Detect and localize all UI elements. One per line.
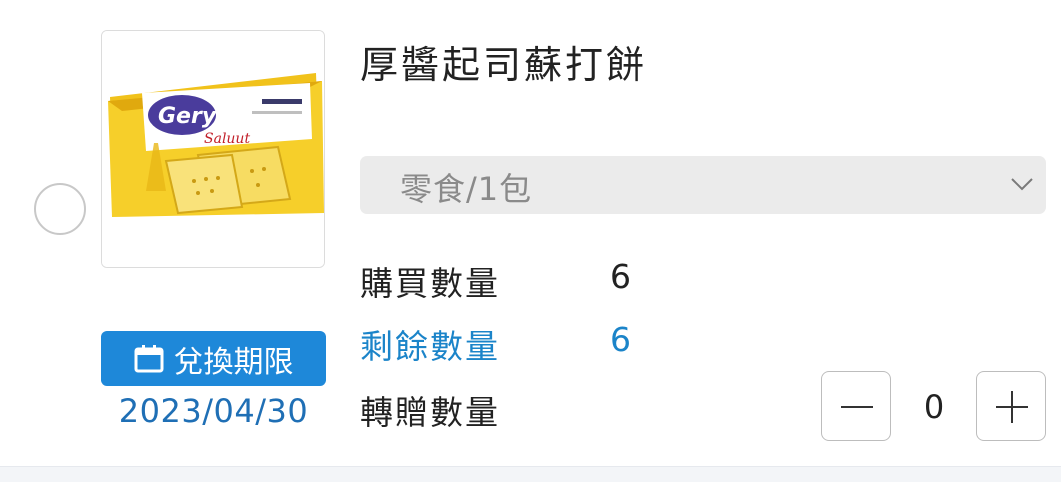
remaining-qty-value: 6	[610, 320, 631, 359]
expiry-date: 2023/04/30	[118, 392, 309, 430]
minus-icon	[841, 406, 873, 408]
product-card: Gery Saluut 兌換期限 2023/04/30 厚醬起司蘇打餅 零食/1…	[0, 0, 1061, 466]
gift-qty-label: 轉贈數量	[360, 393, 500, 432]
purchased-qty-label: 購買數量	[360, 264, 500, 303]
increase-button[interactable]	[976, 371, 1046, 441]
remaining-qty-label: 剩餘數量	[360, 327, 500, 366]
variant-select-value: 零食/1包	[400, 170, 533, 208]
expiry-badge: 兌換期限	[101, 331, 326, 386]
decrease-button[interactable]	[821, 371, 891, 441]
calendar-icon	[134, 344, 164, 373]
gift-qty-value[interactable]: 0	[905, 388, 963, 426]
variant-select[interactable]: 零食/1包	[360, 156, 1046, 214]
svg-text:Saluut: Saluut	[204, 131, 250, 147]
card-divider	[0, 466, 1061, 482]
plus-icon	[996, 391, 1028, 423]
svg-text:Gery: Gery	[158, 104, 218, 129]
product-image: Gery Saluut	[101, 30, 325, 268]
product-title: 厚醬起司蘇打餅	[360, 43, 648, 87]
expiry-badge-label: 兌換期限	[173, 344, 294, 380]
select-item-radio[interactable]	[34, 183, 86, 235]
chevron-down-icon	[1010, 176, 1034, 196]
purchased-qty-value: 6	[610, 257, 631, 296]
